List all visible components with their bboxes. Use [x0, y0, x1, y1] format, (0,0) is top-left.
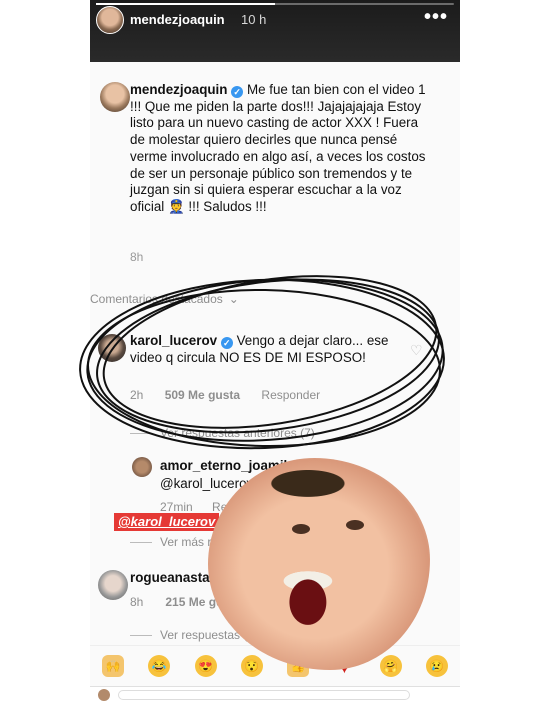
comment-likes[interactable]: 509 Me gusta — [165, 388, 240, 402]
verified-badge-icon: ✓ — [220, 337, 233, 349]
hugging-face-icon[interactable]: 🤗 — [379, 654, 402, 677]
comment-time: 2h — [130, 388, 144, 402]
heart-eyes-icon[interactable]: 😍 — [194, 654, 217, 677]
post-caption: mendezjoaquin ✓ Me fue tan bien con el v… — [130, 82, 430, 216]
story-header: mendezjoaquin 10 h ••• — [90, 0, 460, 62]
story-progress-fill — [96, 3, 275, 5]
story-username[interactable]: mendezjoaquin — [130, 12, 225, 27]
message-footer — [90, 686, 460, 702]
tears-of-joy-icon[interactable]: 😂 — [148, 654, 171, 677]
crying-face-icon[interactable]: 😢 — [425, 654, 448, 677]
post-caption-suffix: !!! Saludos !!! — [188, 198, 267, 214]
comment-text-block: karol_lucerov ✓ Vengo a dejar claro... e… — [130, 332, 410, 366]
comment-username[interactable]: karol_lucerov — [130, 333, 217, 348]
comment-avatar[interactable] — [98, 570, 128, 600]
police-emoji-icon: 👮 — [167, 198, 185, 214]
featured-comments-toggle[interactable]: Comentarios destacados ⌄ — [90, 292, 239, 306]
comment-meta: 2h 509 Me gusta Responder — [130, 388, 338, 402]
mention-sticker[interactable]: @karol_lucerov — [114, 513, 220, 531]
view-previous-replies[interactable]: Ver respuestas anteriores (7) — [160, 426, 315, 440]
sticker-eye-left — [292, 524, 310, 534]
avatar[interactable] — [96, 6, 124, 34]
hushed-face-icon[interactable]: 😯 — [240, 654, 263, 677]
reply-time: 27min — [160, 500, 193, 514]
verified-badge-icon: ✓ — [231, 86, 244, 98]
like-heart-icon[interactable]: ♡ — [410, 342, 423, 359]
chevron-down-icon: ⌄ — [228, 292, 239, 306]
post-time: 8h — [130, 250, 144, 264]
story-progress-bar — [96, 3, 454, 5]
post-caption-text: Me fue tan bien con el video 1 !!! Que m… — [130, 82, 426, 214]
sticker-eye-right — [346, 520, 364, 530]
featured-comments-label: Comentarios destacados — [90, 292, 223, 306]
comment-avatar[interactable] — [98, 334, 126, 362]
post-username[interactable]: mendezjoaquin — [130, 82, 227, 97]
story-time: 10 h — [241, 12, 267, 27]
comment-reply-button[interactable]: Responder — [261, 388, 320, 402]
message-input[interactable] — [118, 690, 410, 700]
avatar — [98, 689, 110, 701]
raised-hands-icon[interactable]: 🙌 — [102, 654, 125, 677]
post-avatar[interactable] — [100, 82, 130, 112]
reply-avatar[interactable] — [132, 457, 152, 477]
more-dots-icon[interactable]: ••• — [424, 6, 448, 29]
comment-time: 8h — [130, 595, 144, 609]
